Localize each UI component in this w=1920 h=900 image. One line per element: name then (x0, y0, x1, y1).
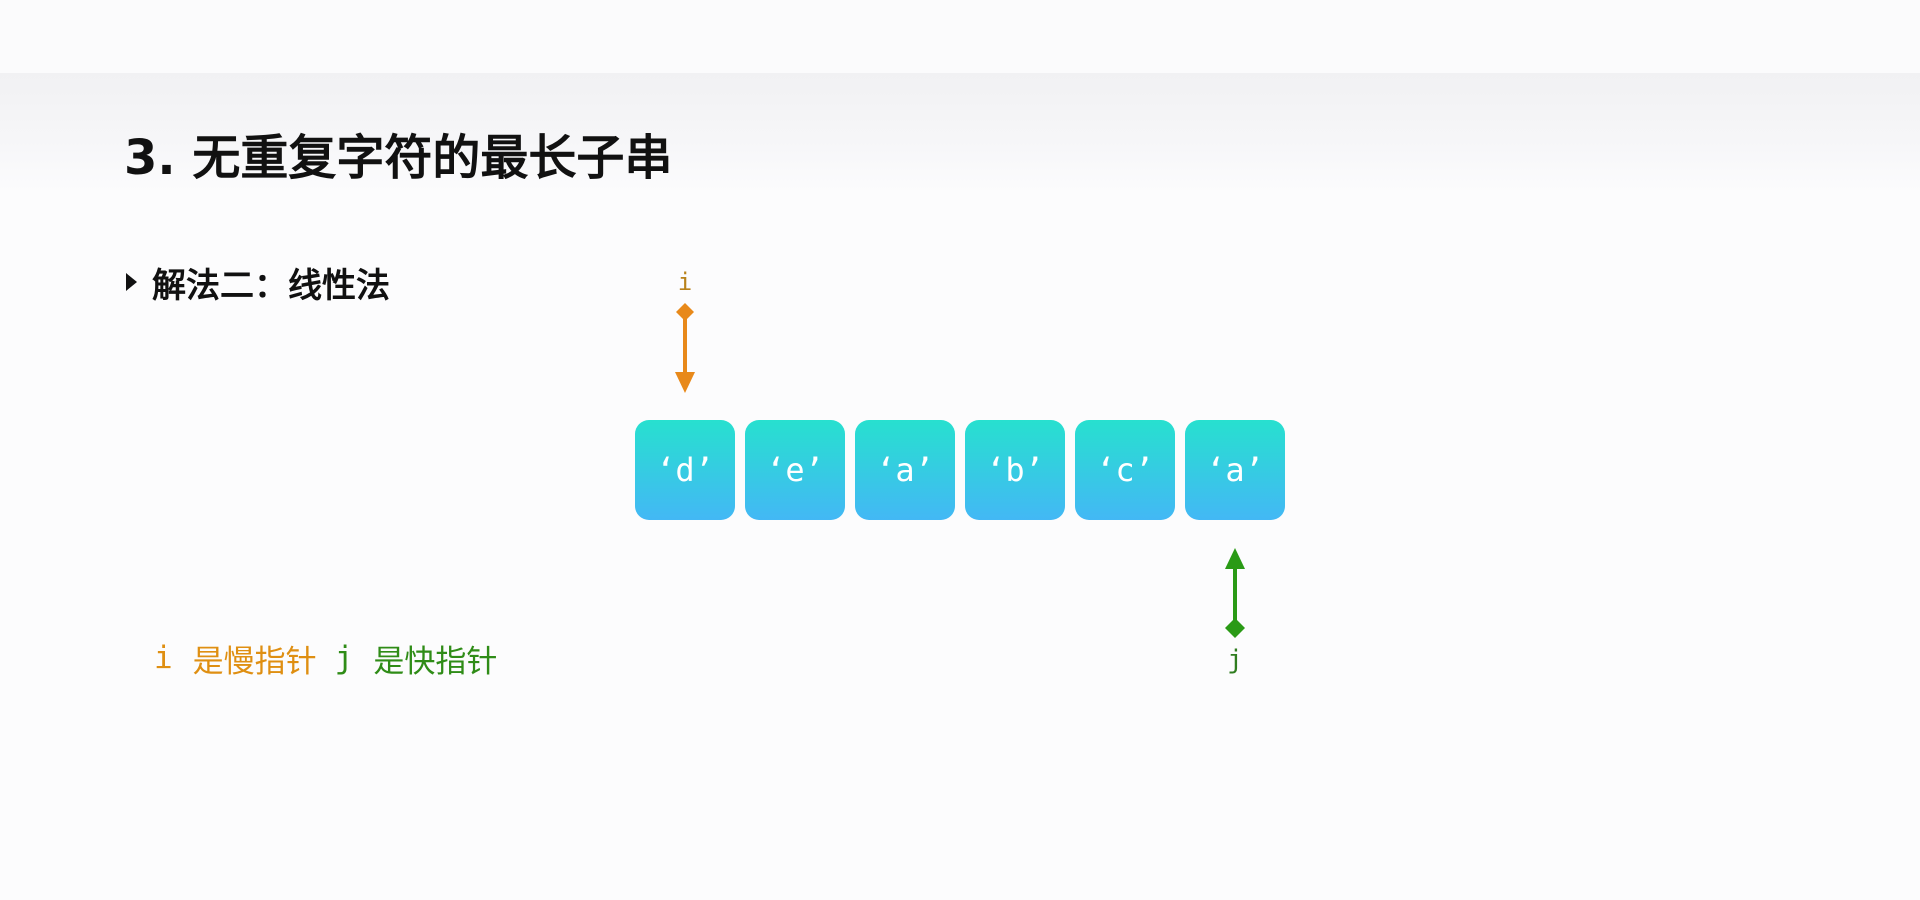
slow-pointer: i (675, 268, 695, 393)
two-pointer-diagram: ‘d’ ‘e’ ‘a’ ‘b’ ‘c’ ‘a’ i j (635, 268, 1285, 675)
array-cell: ‘a’ (1185, 420, 1285, 520)
array-cell-value: ‘a’ (1206, 451, 1264, 489)
slide: 3. 无重复字符的最长子串 解法二：线性法 ‘d’ ‘e’ ‘a’ ‘b’ ‘c’ ‘a’… (0, 0, 1920, 900)
array-cell-value: ‘b’ (986, 451, 1044, 489)
array-cell: ‘e’ (745, 420, 845, 520)
array-cell: ‘d’ (635, 420, 735, 520)
slow-pointer-label: i (678, 268, 692, 296)
down-arrow-icon (675, 372, 695, 393)
array-cell: ‘b’ (965, 420, 1065, 520)
fast-pointer-diamond (1225, 618, 1245, 638)
fast-pointer: j (1225, 548, 1245, 675)
array-cell-value: ‘d’ (656, 451, 714, 489)
array-cell-value: ‘a’ (876, 451, 934, 489)
array-cells: ‘d’ ‘e’ ‘a’ ‘b’ ‘c’ ‘a’ (635, 420, 1285, 520)
up-arrow-icon (1225, 548, 1245, 569)
array-cell-value: ‘e’ (766, 451, 824, 489)
pointer-legend: i 是慢指针 j 是快指针 (154, 636, 497, 680)
array-cell: ‘c’ (1075, 420, 1175, 520)
legend-slow-text: 是慢指针 (192, 643, 317, 680)
array-cell: ‘a’ (855, 420, 955, 520)
legend-fast-text: 是快指针 (373, 643, 498, 680)
array-cell-value: ‘c’ (1096, 451, 1154, 489)
legend-slow-variable: i (154, 640, 173, 676)
legend-fast-variable: j (334, 640, 354, 676)
fast-pointer-label: j (1227, 645, 1243, 675)
